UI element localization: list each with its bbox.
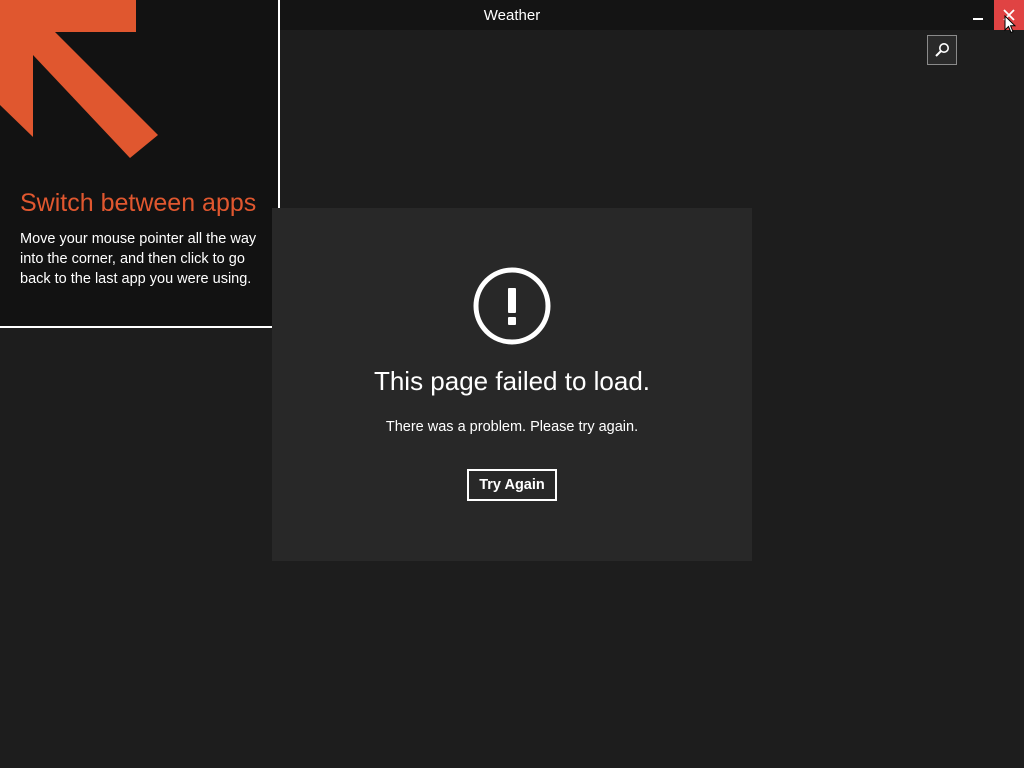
arrow-up-left-icon — [0, 0, 158, 158]
error-panel: This page failed to load. There was a pr… — [272, 208, 752, 561]
try-again-button[interactable]: Try Again — [467, 469, 557, 501]
weather-app-window: Weather Switch between apps Move your mo… — [0, 0, 1024, 768]
tip-body: Move your mouse pointer all the way into… — [20, 231, 257, 287]
tip-title: Switch between apps — [20, 189, 257, 217]
minimize-icon — [973, 18, 983, 20]
switch-apps-tip: Switch between apps Move your mouse poin… — [0, 0, 280, 328]
exclamation-circle-icon — [473, 267, 551, 345]
error-title: This page failed to load. — [373, 366, 651, 396]
error-message: There was a problem. Please try again. — [385, 419, 639, 435]
search-icon — [935, 43, 949, 57]
mouse-pointer-icon — [1004, 15, 1016, 34]
minimize-button[interactable] — [962, 0, 994, 30]
search-button[interactable] — [927, 35, 957, 65]
